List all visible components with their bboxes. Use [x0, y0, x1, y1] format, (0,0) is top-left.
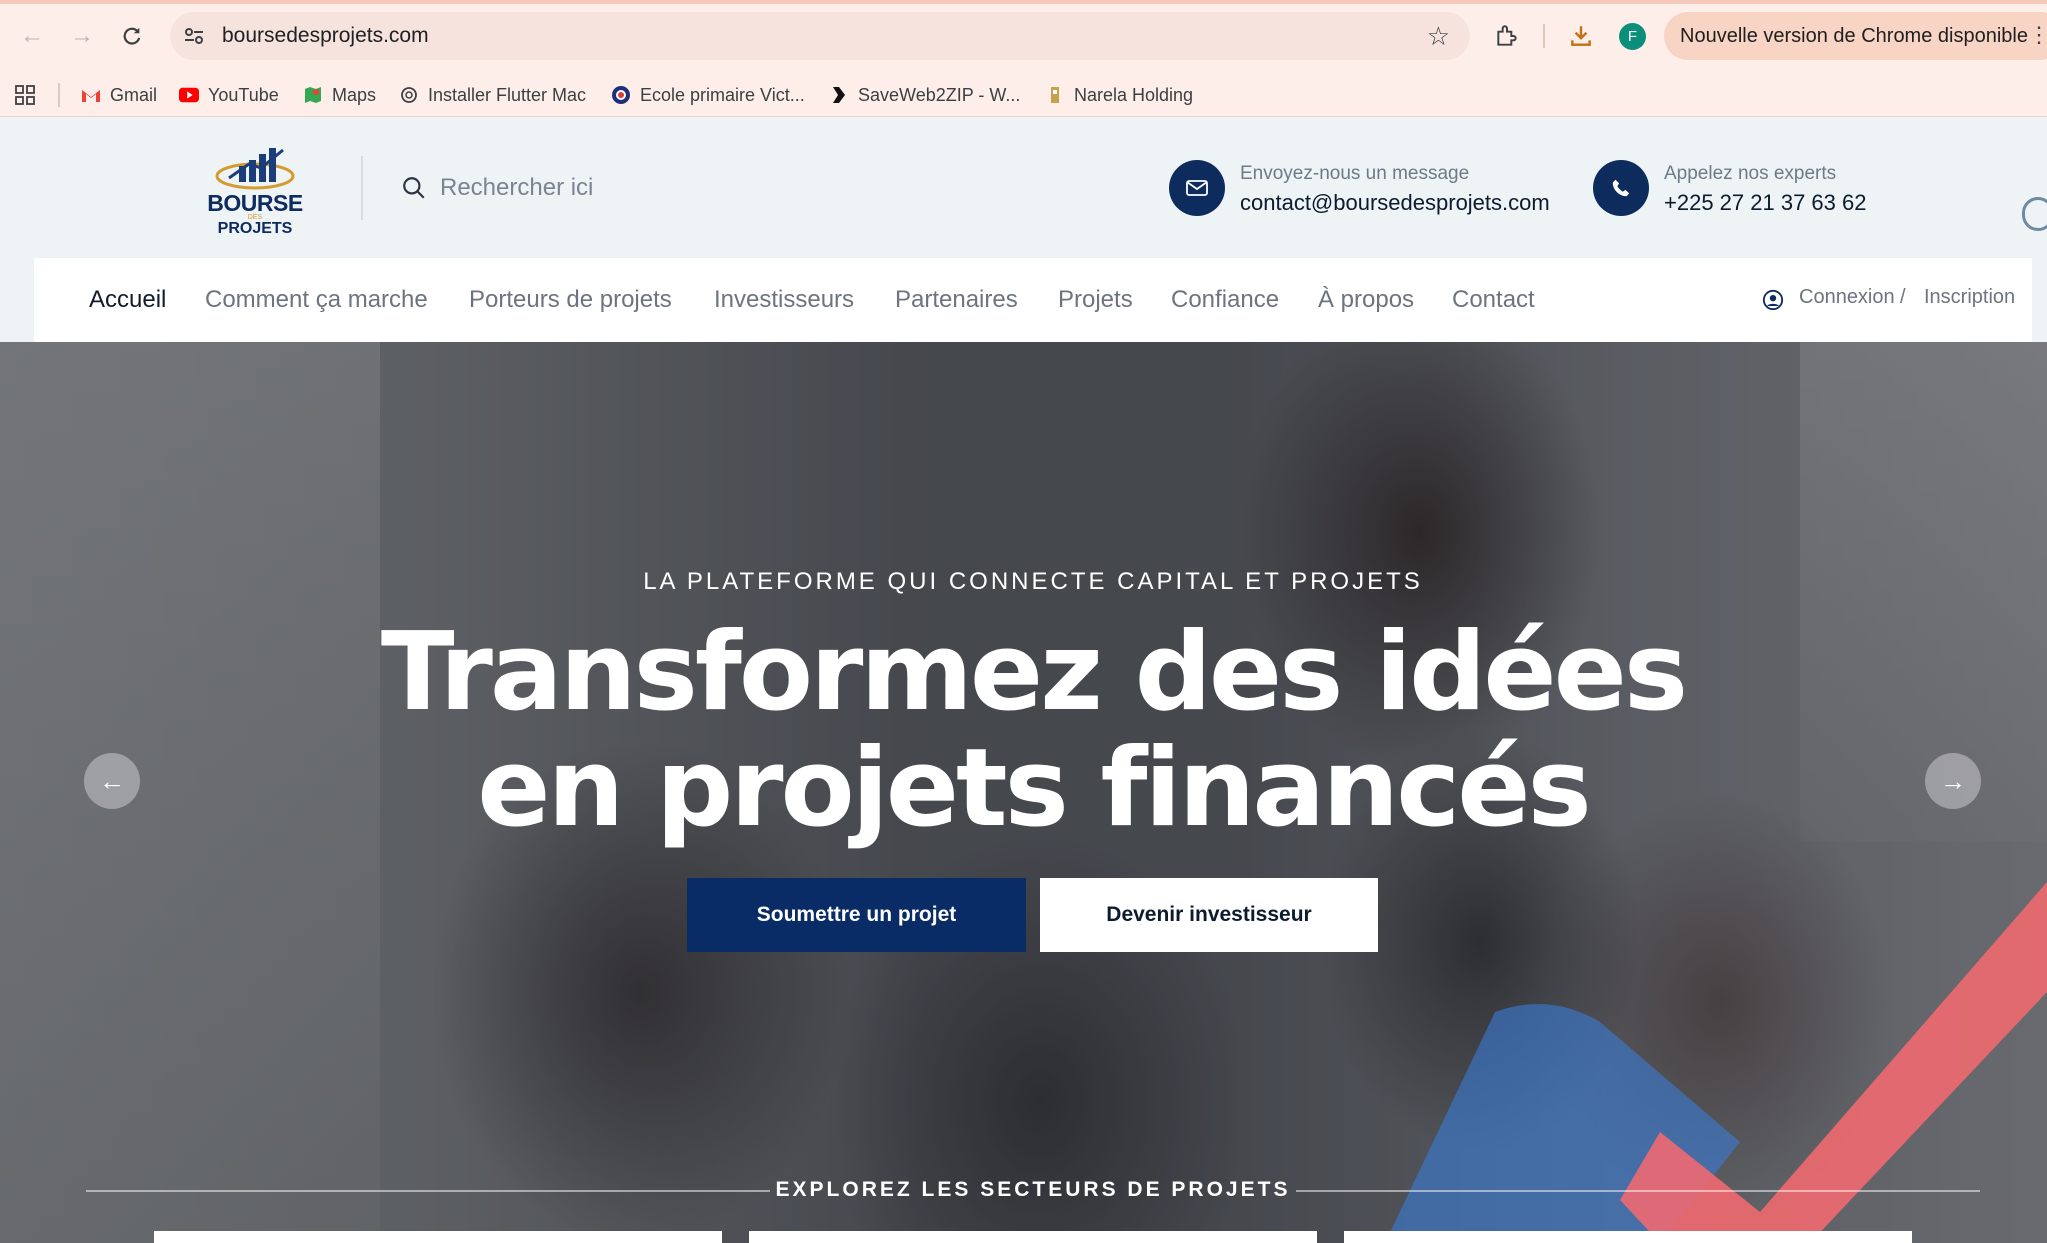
bookmark-maps[interactable]: Maps	[303, 81, 376, 109]
phone-link[interactable]: +225 27 21 37 63 62	[1664, 190, 1866, 216]
bookmark-ecole[interactable]: Ecole primaire Vict...	[611, 81, 805, 109]
site-logo[interactable]: BOURSE DES PROJETS	[205, 146, 315, 237]
sector-card[interactable]	[154, 1231, 722, 1243]
search-input[interactable]	[440, 170, 860, 206]
email-link[interactable]: contact@boursedesprojets.com	[1240, 190, 1550, 216]
update-label: Nouvelle version de Chrome disponible	[1680, 25, 2028, 47]
bookmark-label: Maps	[332, 84, 377, 105]
logo-line3: PROJETS	[217, 220, 293, 237]
sector-card[interactable]	[1344, 1231, 1912, 1243]
bookmark-label: Narela Holding	[1074, 84, 1194, 105]
bookmarks-divider	[58, 83, 60, 107]
reload-icon	[123, 27, 141, 45]
arrow-right-icon: →	[1940, 765, 1966, 796]
signup-link[interactable]: Inscription	[1924, 286, 2015, 309]
bookmark-label: YouTube	[208, 84, 279, 105]
hero-title-line2: en projets financés	[477, 726, 1592, 851]
nav-comment-ca-marche[interactable]: Comment ça marche	[205, 286, 428, 314]
phone-icon	[1593, 160, 1649, 216]
nav-projets[interactable]: Projets	[1058, 286, 1133, 314]
auth-divider: /	[1900, 286, 1906, 308]
nav-a-propos[interactable]: À propos	[1318, 286, 1414, 314]
submit-project-button[interactable]: Soumettre un projet	[687, 878, 1026, 952]
nav-accueil[interactable]: Accueil	[89, 286, 166, 314]
next-slide-button[interactable]: →	[1925, 753, 1981, 809]
bookmark-label: Gmail	[110, 84, 158, 105]
logo-line1: BOURSE	[207, 190, 303, 216]
saveweb-icon	[829, 85, 849, 105]
become-investor-button[interactable]: Devenir investisseur	[1040, 878, 1378, 952]
edge-toggle[interactable]	[2022, 197, 2047, 231]
login-link[interactable]: Connexion	[1799, 286, 1895, 309]
reload-button[interactable]	[114, 18, 150, 54]
openai-icon	[399, 85, 419, 105]
bookmark-label: Installer Flutter Mac	[428, 84, 587, 105]
hero-eyebrow: LA PLATEFORME QUI CONNECTE CAPITAL ET PR…	[643, 568, 1423, 595]
forward-button[interactable]: →	[64, 18, 100, 54]
back-button[interactable]: ←	[14, 18, 50, 54]
hero-title-line1: Transformez des idées	[380, 610, 1688, 735]
toolbar-divider	[1543, 24, 1545, 48]
tab-strip-edge	[0, 0, 2047, 4]
nav-partenaires[interactable]: Partenaires	[895, 286, 1018, 314]
bookmark-narela[interactable]: Narela Holding	[1045, 81, 1193, 109]
bookmark-youtube[interactable]: YouTube	[179, 81, 279, 109]
youtube-icon	[179, 85, 199, 105]
more-menu-icon[interactable]: ⋮	[2028, 22, 2047, 48]
email-label: Envoyez-nous un message	[1240, 163, 1470, 184]
chrome-update-button[interactable]: Nouvelle version de Chrome disponible ⋮	[1664, 12, 2047, 60]
bookmark-label: Ecole primaire Vict...	[640, 84, 805, 105]
narela-icon	[1045, 85, 1065, 105]
nav-investisseurs[interactable]: Investisseurs	[714, 286, 854, 314]
school-icon	[611, 85, 631, 105]
address-bar[interactable]: boursedesprojets.com ☆	[170, 12, 1470, 60]
user-icon	[1762, 289, 1784, 311]
arrow-left-icon: ←	[99, 765, 125, 796]
nav-contact[interactable]: Contact	[1452, 286, 1535, 314]
nav-confiance[interactable]: Confiance	[1171, 286, 1279, 314]
email-icon	[1169, 160, 1225, 216]
url-text[interactable]: boursedesprojets.com	[222, 24, 429, 48]
sectors-heading: EXPLOREZ LES SECTEURS DE PROJETS	[775, 1178, 1291, 1201]
nav-porteurs-de-projets[interactable]: Porteurs de projets	[469, 286, 672, 314]
profile-avatar[interactable]: F	[1619, 23, 1646, 50]
logo-chart-icon	[215, 148, 295, 190]
header-divider	[361, 156, 363, 220]
maps-icon	[303, 85, 323, 105]
hero-slider: LA PLATEFORME QUI CONNECTE CAPITAL ET PR…	[0, 342, 2047, 1243]
main-nav: Accueil Comment ça marche Porteurs de pr…	[34, 258, 2032, 342]
sector-card[interactable]	[749, 1231, 1317, 1243]
site-settings-icon[interactable]	[182, 24, 206, 48]
gmail-icon	[81, 85, 101, 105]
search-icon	[403, 177, 425, 199]
bookmarks-bar: Gmail YouTube Maps Installer Flutter Mac…	[0, 73, 2047, 117]
bookmark-gmail[interactable]: Gmail	[81, 81, 157, 109]
apps-grid-icon[interactable]	[14, 81, 36, 109]
prev-slide-button[interactable]: ←	[84, 753, 140, 809]
download-icon[interactable]	[1563, 18, 1599, 54]
phone-label: Appelez nos experts	[1664, 163, 1837, 184]
extensions-icon[interactable]	[1489, 18, 1525, 54]
bookmark-saveweb[interactable]: SaveWeb2ZIP - W...	[829, 81, 1020, 109]
bookmark-flutter[interactable]: Installer Flutter Mac	[399, 81, 586, 109]
browser-toolbar: ← → boursedesprojets.com ☆ F Nouvelle ve…	[0, 0, 2047, 73]
bookmark-star-icon[interactable]: ☆	[1427, 22, 1450, 50]
bookmark-label: SaveWeb2ZIP - W...	[858, 84, 1021, 105]
